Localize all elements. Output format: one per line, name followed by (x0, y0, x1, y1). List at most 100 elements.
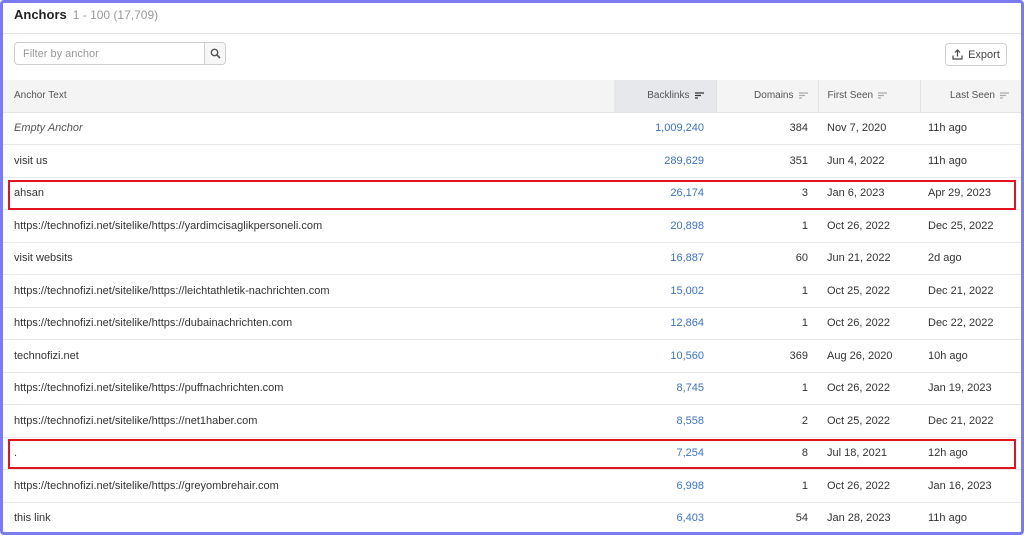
title-label: Anchors (14, 7, 67, 22)
first-seen-cell: Jan 6, 2023 (818, 177, 920, 210)
last-seen-cell: Dec 25, 2022 (920, 209, 1021, 243)
table-row[interactable]: ahsan 26,174 3 Jan 6, 2023 Apr 29, 2023 (3, 177, 1021, 210)
anchor-text-cell[interactable]: this link (3, 502, 614, 532)
anchor-text-cell[interactable]: https://technofizi.net/sitelike/https://… (3, 307, 614, 340)
last-seen-cell: Dec 22, 2022 (920, 307, 1021, 340)
table-row[interactable]: technofizi.net 10,560 369 Aug 26, 2020 10h a… (3, 339, 1021, 373)
first-seen-cell: Oct 26, 2022 (818, 307, 920, 340)
table-row[interactable]: https://technofizi.net/sitelike/https://… (3, 372, 1021, 405)
domains-cell: 60 (716, 242, 818, 275)
first-seen-cell: Aug 26, 2020 (818, 339, 920, 373)
backlinks-cell[interactable]: 6,998 (614, 469, 716, 503)
anchors-table: Anchor Text Backlinks Domains First Seen… (3, 80, 1021, 532)
search-button[interactable] (204, 43, 225, 64)
backlinks-cell[interactable]: 7,254 (614, 437, 716, 470)
backlinks-cell[interactable]: 16,887 (614, 242, 716, 275)
sort-icon (694, 92, 704, 99)
anchor-text-cell[interactable]: https://technofizi.net/sitelike/https://… (3, 404, 614, 438)
upload-icon (952, 49, 963, 60)
column-header-first-seen[interactable]: First Seen (817, 80, 920, 113)
anchor-text-cell[interactable]: visit us (3, 144, 614, 178)
sort-icon (878, 92, 888, 99)
anchor-text-cell[interactable]: technofizi.net (3, 339, 614, 373)
table-row[interactable]: visit us 289,629 351 Jun 4, 2022 11h ago (3, 144, 1021, 178)
anchor-text-cell[interactable]: https://technofizi.net/sitelike/https://… (3, 469, 614, 503)
first-seen-cell: Oct 26, 2022 (818, 372, 920, 405)
last-seen-cell: 2d ago (920, 242, 1021, 275)
table-row[interactable]: this link 6,403 54 Jan 28, 2023 11h ago (3, 502, 1021, 532)
backlinks-cell[interactable]: 8,745 (614, 372, 716, 405)
first-seen-cell: Oct 26, 2022 (818, 469, 920, 503)
panel-header: Anchors 1 - 100 (17,709) (3, 3, 1021, 34)
column-header-anchor-text[interactable]: Anchor Text (3, 80, 614, 113)
column-header-domains[interactable]: Domains (715, 80, 818, 113)
last-seen-cell: 11h ago (920, 502, 1021, 532)
first-seen-cell: Jun 4, 2022 (818, 144, 920, 178)
domains-cell: 384 (716, 112, 818, 145)
backlinks-cell[interactable]: 8,558 (614, 404, 716, 438)
last-seen-cell: Dec 21, 2022 (920, 404, 1021, 438)
table-row[interactable]: . 7,254 8 Jul 18, 2021 12h ago (3, 437, 1021, 470)
first-seen-cell: Jul 18, 2021 (818, 437, 920, 470)
anchor-text-cell[interactable]: https://technofizi.net/sitelike/https://… (3, 274, 614, 308)
domains-cell: 1 (716, 307, 818, 340)
page-title: Anchors 1 - 100 (17,709) (14, 7, 158, 22)
first-seen-cell: Oct 25, 2022 (818, 274, 920, 308)
backlinks-cell[interactable]: 20,898 (614, 209, 716, 243)
sort-icon (1000, 92, 1009, 99)
anchor-text-cell[interactable]: https://technofizi.net/sitelike/https://… (3, 209, 614, 243)
first-seen-cell: Oct 26, 2022 (818, 209, 920, 243)
table-row[interactable]: https://technofizi.net/sitelike/https://… (3, 307, 1021, 340)
table-row[interactable]: https://technofizi.net/sitelike/https://… (3, 469, 1021, 503)
domains-cell: 1 (716, 372, 818, 405)
domains-cell: 3 (716, 177, 818, 210)
anchor-text-cell[interactable]: . (3, 437, 614, 470)
backlinks-cell[interactable]: 10,560 (614, 339, 716, 373)
domains-cell: 369 (716, 339, 818, 373)
anchor-text-cell[interactable]: https://technofizi.net/sitelike/https://… (3, 372, 614, 405)
column-header-last-seen[interactable]: Last Seen (919, 80, 1021, 113)
filter-box (14, 42, 226, 65)
table-row[interactable]: https://technofizi.net/sitelike/https://… (3, 209, 1021, 243)
result-range: 1 - 100 (17,709) (72, 8, 159, 22)
last-seen-cell: 11h ago (920, 144, 1021, 178)
anchor-text-cell[interactable]: ahsan (3, 177, 614, 210)
domains-cell: 1 (716, 469, 818, 503)
backlinks-cell[interactable]: 26,174 (614, 177, 716, 210)
backlinks-cell[interactable]: 1,009,240 (614, 112, 716, 145)
export-label: Export (968, 48, 1000, 61)
sort-icon (798, 92, 808, 99)
domains-cell: 1 (716, 274, 818, 308)
domains-cell: 2 (716, 404, 818, 438)
search-icon (210, 48, 221, 59)
backlinks-cell[interactable]: 6,403 (614, 502, 716, 532)
table-row[interactable]: https://technofizi.net/sitelike/https://… (3, 404, 1021, 438)
first-seen-cell: Jun 21, 2022 (818, 242, 920, 275)
last-seen-cell: 11h ago (920, 112, 1021, 145)
last-seen-cell: 12h ago (920, 437, 1021, 470)
export-button[interactable]: Export (945, 43, 1007, 66)
table-row[interactable]: visit websits 16,887 60 Jun 21, 2022 2d ago (3, 242, 1021, 275)
first-seen-cell: Jan 28, 2023 (818, 502, 920, 532)
filter-input[interactable] (15, 43, 205, 64)
backlinks-cell[interactable]: 12,864 (614, 307, 716, 340)
first-seen-cell: Oct 25, 2022 (818, 404, 920, 438)
last-seen-cell: Jan 16, 2023 (920, 469, 1021, 503)
anchor-text-cell[interactable]: visit websits (3, 242, 614, 275)
anchor-text-cell[interactable]: Empty Anchor (3, 112, 614, 145)
last-seen-cell: Dec 21, 2022 (920, 274, 1021, 308)
domains-cell: 1 (716, 209, 818, 243)
column-header-backlinks[interactable]: Backlinks (614, 80, 716, 113)
last-seen-cell: Apr 29, 2023 (920, 177, 1021, 210)
backlinks-cell[interactable]: 15,002 (614, 274, 716, 308)
domains-cell: 54 (716, 502, 818, 532)
first-seen-cell: Nov 7, 2020 (818, 112, 920, 145)
table-row[interactable]: Empty Anchor 1,009,240 384 Nov 7, 2020 11h a… (3, 112, 1021, 145)
last-seen-cell: Jan 19, 2023 (920, 372, 1021, 405)
backlinks-cell[interactable]: 289,629 (614, 144, 716, 178)
domains-cell: 8 (716, 437, 818, 470)
domains-cell: 351 (716, 144, 818, 178)
table-row[interactable]: https://technofizi.net/sitelike/https://… (3, 274, 1021, 308)
anchors-panel: Anchors 1 - 100 (17,709) Export (0, 0, 1024, 535)
last-seen-cell: 10h ago (920, 339, 1021, 373)
